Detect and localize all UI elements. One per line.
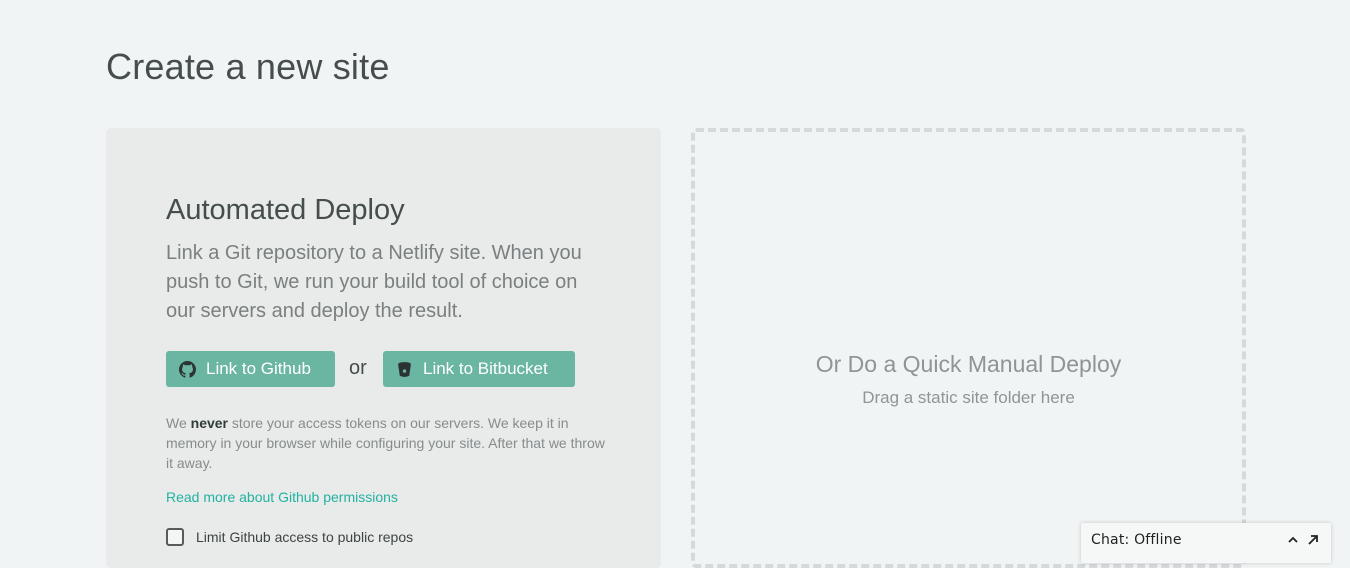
automated-deploy-description: Link a Git repository to a Netlify site.… bbox=[166, 242, 582, 322]
link-to-github-button[interactable]: Link to Github bbox=[166, 351, 335, 387]
token-privacy-note: We never store your access tokens on our… bbox=[166, 413, 606, 473]
chevron-up-icon[interactable] bbox=[1285, 532, 1301, 548]
limit-public-repos-checkbox[interactable] bbox=[166, 528, 184, 546]
manual-deploy-drop-zone[interactable]: Or Do a Quick Manual Deploy Drag a stati… bbox=[691, 128, 1246, 568]
note-prefix: We bbox=[166, 415, 191, 431]
automated-deploy-title: Automated Deploy bbox=[166, 194, 405, 226]
page-title: Create a new site bbox=[106, 46, 390, 87]
note-emphasis: never bbox=[190, 415, 228, 431]
chat-status-label: Chat: Offline bbox=[1091, 532, 1182, 548]
link-to-bitbucket-label: Link to Bitbucket bbox=[423, 359, 548, 378]
github-permissions-link[interactable]: Read more about Github permissions bbox=[166, 489, 398, 505]
github-icon bbox=[179, 360, 196, 378]
popout-arrow-icon[interactable] bbox=[1305, 532, 1321, 548]
automated-deploy-panel: Automated Deploy Link a Git repository t… bbox=[106, 128, 661, 568]
link-to-bitbucket-button[interactable]: Link to Bitbucket bbox=[383, 351, 575, 387]
manual-deploy-title: Or Do a Quick Manual Deploy bbox=[815, 351, 1122, 377]
link-to-github-label: Link to Github bbox=[206, 359, 311, 378]
limit-public-repos-option[interactable]: Limit Github access to public repos bbox=[166, 528, 413, 546]
limit-public-repos-label: Limit Github access to public repos bbox=[196, 529, 414, 545]
note-suffix: store your access tokens on our servers.… bbox=[166, 415, 605, 471]
chat-widget[interactable]: Chat: Offline bbox=[1081, 523, 1331, 563]
or-separator: or bbox=[349, 357, 367, 379]
manual-deploy-subtitle: Drag a static site folder here bbox=[862, 388, 1075, 407]
bitbucket-icon bbox=[396, 361, 413, 378]
